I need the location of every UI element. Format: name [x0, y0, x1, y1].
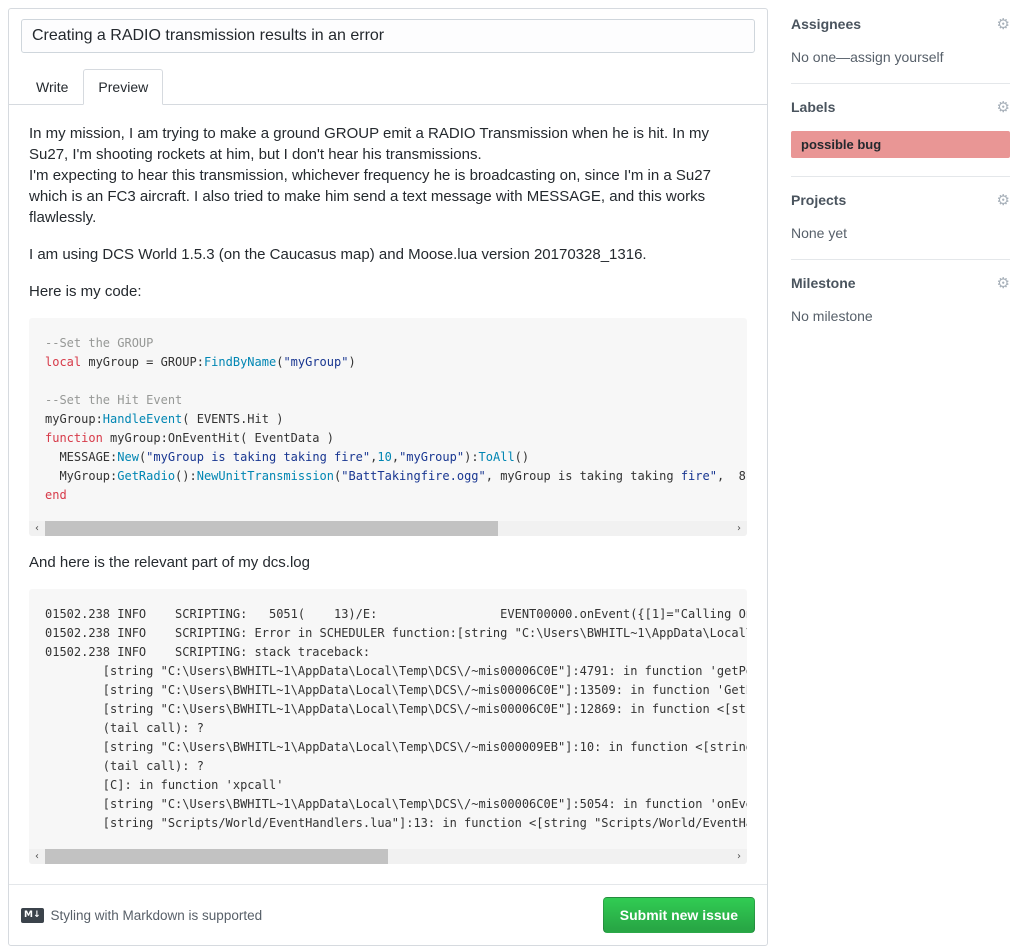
write-preview-tab-bar: Write Preview [9, 69, 767, 105]
scroll-left-icon[interactable]: ‹ [29, 521, 45, 536]
projects-value: None yet [791, 225, 1010, 241]
gear-icon[interactable]: ⚙ [997, 100, 1010, 115]
issue-title-input[interactable] [21, 19, 755, 53]
gear-icon[interactable]: ⚙ [997, 193, 1010, 208]
scroll-left-icon[interactable]: ‹ [29, 849, 45, 864]
label-possible-bug[interactable]: possible bug [791, 131, 1010, 158]
assignees-value[interactable]: No one—assign yourself [791, 49, 1010, 65]
dcs-log-content: 01502.238 INFO SCRIPTING: 5051( 13)/E: E… [29, 589, 747, 849]
assignees-title: Assignees [791, 16, 861, 32]
log-horizontal-scrollbar[interactable]: ‹ › [29, 849, 747, 864]
issue-sidebar: Assignees ⚙ No one—assign yourself Label… [791, 8, 1010, 357]
new-issue-form: Write Preview In my mission, I am trying… [8, 8, 768, 946]
dcs-log-block: 01502.238 INFO SCRIPTING: 5051( 13)/E: E… [29, 589, 747, 864]
milestone-value: No milestone [791, 308, 1010, 324]
projects-title: Projects [791, 192, 846, 208]
labels-title: Labels [791, 99, 835, 115]
log-scrollbar-track[interactable] [45, 849, 731, 864]
code-horizontal-scrollbar[interactable]: ‹ › [29, 521, 747, 536]
lua-code-content: --Set the GROUPlocal myGroup = GROUP:Fin… [29, 318, 747, 521]
code-scrollbar-thumb[interactable] [45, 521, 498, 536]
issue-form-footer: M↓ Styling with Markdown is supported Su… [9, 884, 767, 945]
sidebar-section-labels: Labels ⚙ possible bug [791, 99, 1010, 177]
markdown-icon: M↓ [21, 908, 44, 923]
code-scrollbar-track[interactable] [45, 521, 731, 536]
gear-icon[interactable]: ⚙ [997, 276, 1010, 291]
markdown-support-note: M↓ Styling with Markdown is supported [21, 908, 262, 923]
milestone-title: Milestone [791, 275, 856, 291]
body-paragraph-4: And here is the relevant part of my dcs.… [29, 552, 747, 573]
sidebar-section-assignees: Assignees ⚙ No one—assign yourself [791, 16, 1010, 84]
markdown-note-text: Styling with Markdown is supported [51, 908, 263, 923]
body-paragraph-3: Here is my code: [29, 281, 747, 302]
sidebar-section-milestone: Milestone ⚙ No milestone [791, 275, 1010, 342]
scroll-right-icon[interactable]: › [731, 521, 747, 536]
gear-icon[interactable]: ⚙ [997, 17, 1010, 32]
issue-preview-body: In my mission, I am trying to make a gro… [21, 105, 755, 880]
submit-new-issue-button[interactable]: Submit new issue [603, 897, 755, 933]
lua-code-block: --Set the GROUPlocal myGroup = GROUP:Fin… [29, 318, 747, 536]
sidebar-section-projects: Projects ⚙ None yet [791, 192, 1010, 260]
body-paragraph-2: I am using DCS World 1.5.3 (on the Cauca… [29, 244, 747, 265]
scroll-right-icon[interactable]: › [731, 849, 747, 864]
log-scrollbar-thumb[interactable] [45, 849, 388, 864]
tab-preview[interactable]: Preview [83, 69, 163, 105]
body-paragraph-1: In my mission, I am trying to make a gro… [29, 123, 747, 228]
tab-write[interactable]: Write [21, 69, 83, 105]
